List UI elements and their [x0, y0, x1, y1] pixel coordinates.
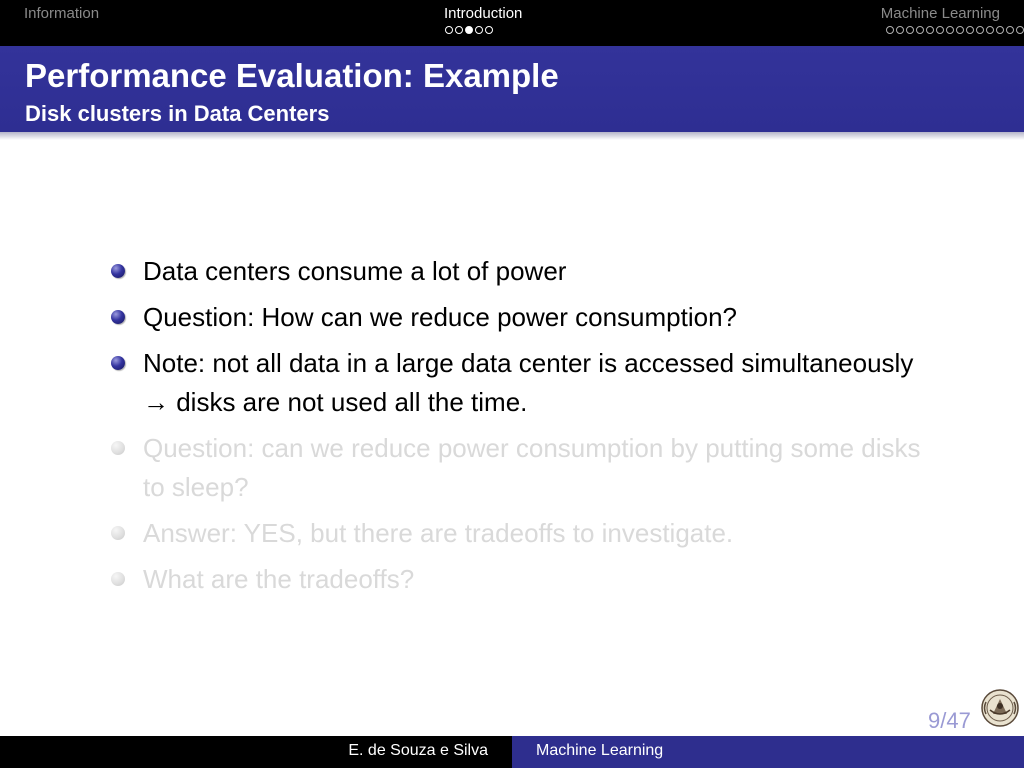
bullet-text: Note: not all data in a large data cente… — [143, 348, 914, 417]
nav-section-machine-learning[interactable]: Machine Learning — [881, 4, 1000, 24]
footer: E. de Souza e Silva Machine Learning — [0, 736, 1024, 768]
frame-title-shadow — [0, 132, 1024, 140]
bullet-list: Data centers consume a lot of power Ques… — [107, 252, 927, 606]
slide-dot[interactable] — [926, 26, 934, 34]
section-navigation-bar: Information Introduction Machine Learnin… — [0, 0, 1024, 46]
slide-dot[interactable] — [906, 26, 914, 34]
bullet-text: What are the tradeoffs? — [143, 564, 415, 594]
footer-short-title: Machine Learning — [536, 742, 664, 759]
bullet-text: Data centers consume a lot of power — [143, 256, 567, 286]
page-number: 9/47 — [928, 708, 971, 733]
slide-dot[interactable] — [475, 26, 483, 34]
footer-title-panel: Machine Learning — [512, 736, 1024, 768]
slide-dot[interactable] — [1016, 26, 1024, 34]
bullet-item: Data centers consume a lot of power — [107, 252, 927, 291]
introduction-slide-dots — [445, 26, 493, 38]
slide: Information Introduction Machine Learnin… — [0, 0, 1024, 768]
slide-dot[interactable] — [946, 26, 954, 34]
footer-author-panel: E. de Souza e Silva — [0, 736, 512, 768]
slide-dot[interactable] — [1006, 26, 1014, 34]
slide-dot[interactable] — [896, 26, 904, 34]
page-title: Performance Evaluation: Example — [25, 57, 559, 94]
slide-dot[interactable] — [966, 26, 974, 34]
slide-dot[interactable] — [916, 26, 924, 34]
bullet-text: Answer: YES, but there are tradeoffs to … — [143, 518, 734, 548]
ball-bullet-icon — [111, 572, 125, 586]
ball-bullet-icon — [111, 526, 125, 540]
university-seal-icon — [981, 689, 1019, 727]
bullet-text: Question: How can we reduce power consum… — [143, 302, 737, 332]
page-subtitle: Disk clusters in Data Centers — [25, 101, 330, 126]
slide-dot[interactable] — [485, 26, 493, 34]
footer-author: E. de Souza e Silva — [348, 742, 488, 759]
slide-dot[interactable] — [936, 26, 944, 34]
slide-dot[interactable] — [976, 26, 984, 34]
slide-dot[interactable] — [886, 26, 894, 34]
ball-bullet-icon — [111, 441, 125, 455]
nav-section-introduction[interactable]: Introduction — [444, 4, 522, 24]
bullet-item: Note: not all data in a large data cente… — [107, 344, 927, 422]
bullet-item: Question: How can we reduce power consum… — [107, 298, 927, 337]
bullet-item: Answer: YES, but there are tradeoffs to … — [107, 514, 927, 553]
bullet-item: What are the tradeoffs? — [107, 560, 927, 599]
ball-bullet-icon — [111, 264, 125, 278]
slide-dot[interactable] — [465, 26, 473, 34]
nav-section-information[interactable]: Information — [24, 4, 99, 24]
ball-bullet-icon — [111, 356, 125, 370]
bullet-item: Question: can we reduce power consumptio… — [107, 429, 927, 507]
machine-learning-slide-dots — [886, 26, 1024, 38]
ball-bullet-icon — [111, 310, 125, 324]
slide-dot[interactable] — [455, 26, 463, 34]
slide-dot[interactable] — [445, 26, 453, 34]
bullet-text: Question: can we reduce power consumptio… — [143, 433, 921, 502]
slide-dot[interactable] — [996, 26, 1004, 34]
slide-dot[interactable] — [986, 26, 994, 34]
slide-dot[interactable] — [956, 26, 964, 34]
